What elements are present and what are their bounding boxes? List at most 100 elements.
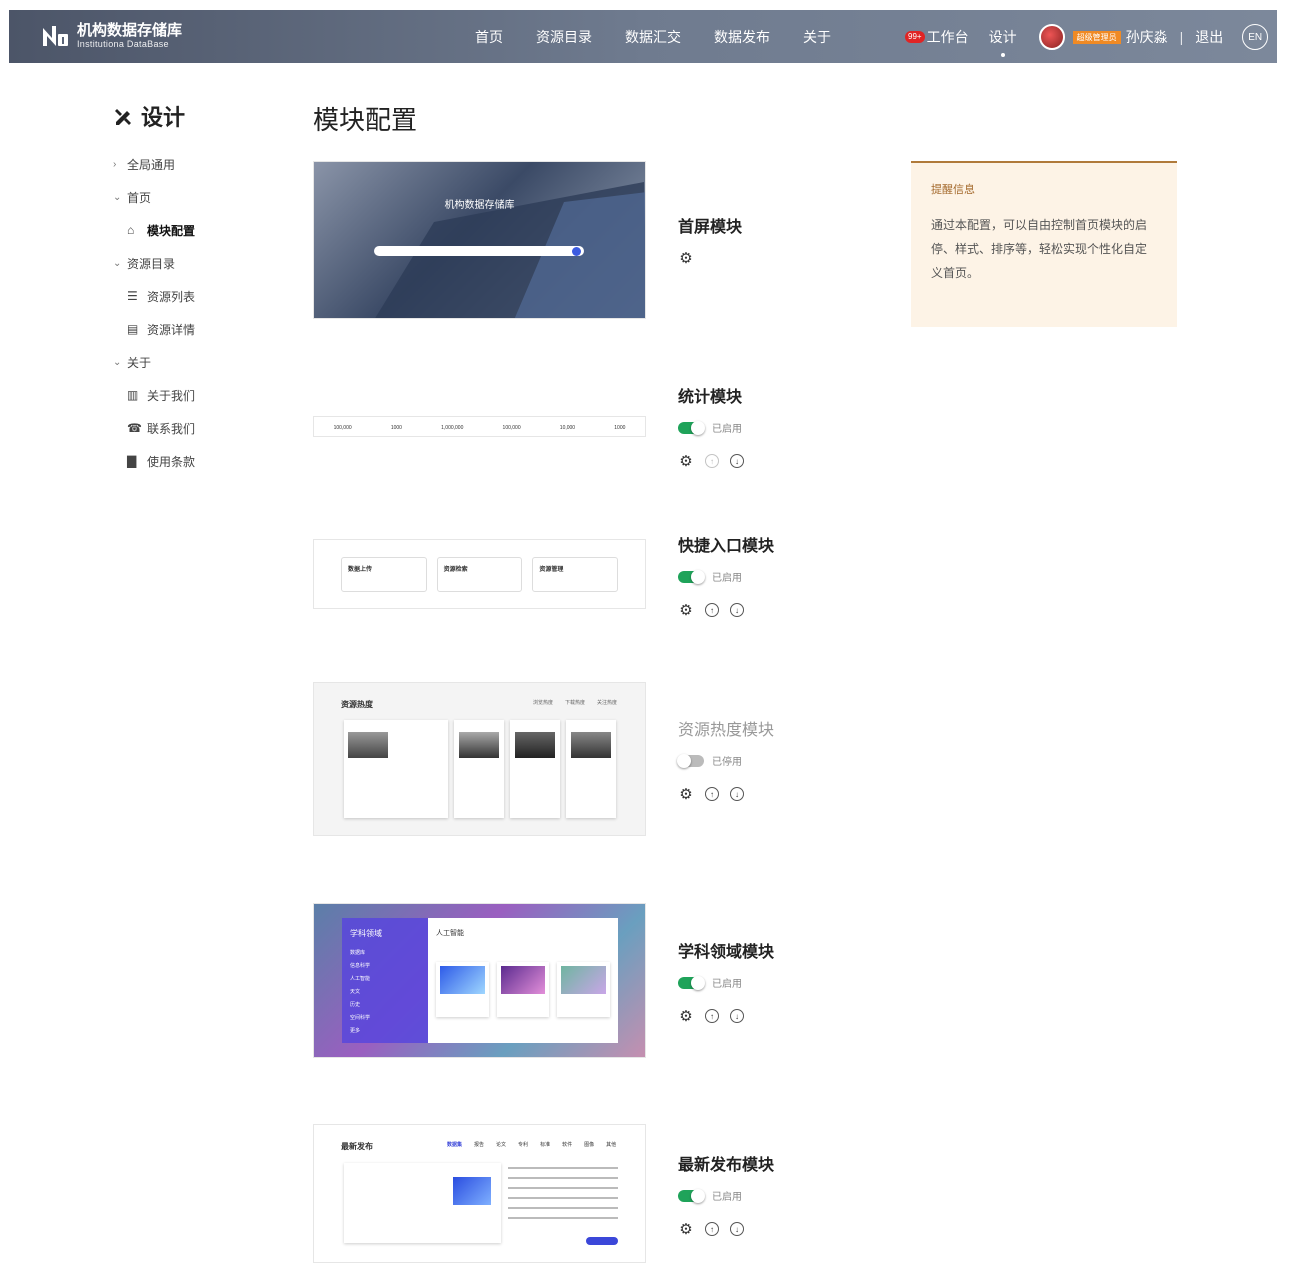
avatar[interactable] <box>1038 24 1065 50</box>
module-tools-subject: ⚙ ↑ ↓ <box>678 1007 744 1025</box>
gear-icon[interactable]: ⚙ <box>678 249 694 267</box>
logo[interactable]: 机构数据存储库 Institutiona DataBase <box>41 22 182 50</box>
logo-icon <box>43 26 68 46</box>
language-toggle[interactable]: EN <box>1242 24 1269 50</box>
nav-resources[interactable]: 资源目录 <box>536 27 592 47</box>
building-image <box>375 182 645 318</box>
nav-about[interactable]: 关于 <box>803 27 831 47</box>
user-area: 99+ 工作台 设计 超级管理员 孙庆淼 | 退出 EN <box>905 22 1269 57</box>
move-down-icon[interactable]: ↓ <box>730 454 744 468</box>
module-tools-quick: ⚙ ↑ ↓ <box>678 601 744 619</box>
module-toggle-stats[interactable]: 已启用 <box>678 420 742 435</box>
divider: | <box>1179 29 1184 45</box>
latest-tab: 论文 <box>496 1142 507 1148</box>
preview-latest[interactable]: 最新发布 数据集 报告 论文 专利 标准 软件 图像 其他 <box>313 1124 646 1263</box>
subject-item: 信息科学 <box>350 963 371 969</box>
preview-hot[interactable]: 资源热度 浏览热度 下载热度 关注热度 <box>313 682 646 836</box>
module-toggle-quick[interactable]: 已启用 <box>678 569 742 584</box>
list-icon: ☰ <box>127 289 138 303</box>
sidebar-group-home[interactable]: ⌄ 首页 <box>113 187 293 207</box>
move-up-icon[interactable]: ↑ <box>705 787 719 801</box>
stat-value: 100,000 <box>502 425 521 431</box>
status-text: 已启用 <box>712 1192 742 1203</box>
subject-item: 数据库 <box>350 950 366 956</box>
module-tools-stats: ⚙ ↑ ↓ <box>678 452 744 470</box>
book-icon: ▇ <box>127 454 137 468</box>
gear-icon[interactable]: ⚙ <box>678 1220 694 1238</box>
latest-title: 最新发布 <box>341 1142 373 1151</box>
move-down-icon[interactable]: ↓ <box>730 603 744 617</box>
status-text: 已启用 <box>712 979 742 990</box>
status-text: 已启用 <box>712 573 742 584</box>
phone-icon: ☎ <box>127 421 142 435</box>
preview-hero-title: 机构数据存储库 <box>444 200 515 211</box>
module-name-quick: 快捷入口模块 <box>678 538 775 555</box>
move-up-icon[interactable]: ↑ <box>705 603 719 617</box>
move-up-icon[interactable]: ↑ <box>705 454 719 468</box>
logout-link[interactable]: 退出 <box>1195 27 1223 47</box>
preview-stats[interactable]: 100,000 1000 1,000,000 100,000 10,000 10… <box>313 416 646 437</box>
preview-subject[interactable]: 学科领域 数据库 信息科学 人工智能 天文 历史 空间科学 更多 人工智能 <box>313 903 646 1058</box>
sidebar-group-global[interactable]: › 全局通用 <box>113 154 293 174</box>
more-button <box>586 1237 618 1245</box>
search-icon <box>572 247 581 256</box>
subject-title: 学科领域 <box>350 929 382 938</box>
module-tools-hero: ⚙ <box>678 249 694 267</box>
gear-icon[interactable]: ⚙ <box>678 1007 694 1025</box>
nav-submission[interactable]: 数据汇交 <box>625 27 681 47</box>
role-badge: 超级管理员 <box>1072 30 1121 44</box>
move-up-icon[interactable]: ↑ <box>705 1222 719 1236</box>
sidebar-group-about[interactable]: ⌄ 关于 <box>113 352 293 372</box>
latest-tab: 数据集 <box>447 1142 463 1148</box>
nav-publish[interactable]: 数据发布 <box>714 27 770 47</box>
sidebar-group-resources[interactable]: ⌄ 资源目录 <box>113 253 293 273</box>
home-icon: ⌂ <box>127 223 135 237</box>
chevron-down-icon: ⌄ <box>113 257 122 269</box>
move-up-icon[interactable]: ↑ <box>705 1009 719 1023</box>
sidebar-item-module-config[interactable]: ⌂ 模块配置 <box>113 220 293 240</box>
chevron-down-icon: ⌄ <box>113 356 122 368</box>
sidebar-item-label: 资源列表 <box>147 289 196 304</box>
module-toggle-hot[interactable]: 已停用 <box>677 753 742 768</box>
hot-title: 资源热度 <box>341 700 373 709</box>
doc-icon: ▤ <box>127 322 139 336</box>
workbench-link[interactable]: 工作台 <box>927 27 969 47</box>
latest-card <box>344 1163 501 1243</box>
move-down-icon[interactable]: ↓ <box>730 1222 744 1236</box>
sidebar-item-label: 联系我们 <box>147 421 196 436</box>
module-tools-latest: ⚙ ↑ ↓ <box>678 1220 744 1238</box>
stat-value: 100,000 <box>333 425 352 431</box>
sidebar-item-about-us[interactable]: ▥ 关于我们 <box>113 385 293 405</box>
latest-tab: 标准 <box>540 1142 551 1148</box>
preview-quick[interactable]: 数据上传 资源检索 资源管理 <box>313 539 646 609</box>
sidebar-group-label: 资源目录 <box>127 256 176 271</box>
gear-icon[interactable]: ⚙ <box>678 452 694 470</box>
move-down-icon[interactable]: ↓ <box>730 1009 744 1023</box>
move-down-icon[interactable]: ↓ <box>730 787 744 801</box>
subject-item: 更多 <box>350 1028 361 1034</box>
top-navbar: 机构数据存储库 Institutiona DataBase 首页 资源目录 数据… <box>9 10 1277 63</box>
gear-icon[interactable]: ⚙ <box>678 601 694 619</box>
nav-home[interactable]: 首页 <box>475 27 503 47</box>
quick-card: 资源检索 <box>436 557 523 592</box>
sidebar-item-resource-list[interactable]: ☰ 资源列表 <box>113 286 293 306</box>
sidebar-item-label: 关于我们 <box>147 388 196 403</box>
sidebar-item-resource-detail[interactable]: ▤ 资源详情 <box>113 319 293 339</box>
subject-subtitle: 人工智能 <box>436 930 464 937</box>
gear-icon[interactable]: ⚙ <box>678 785 694 803</box>
sidebar-item-terms[interactable]: ▇ 使用条款 <box>113 451 293 471</box>
stat-value: 1,000,000 <box>441 425 464 431</box>
sidebar-item-contact[interactable]: ☎ 联系我们 <box>113 418 293 438</box>
module-toggle-latest[interactable]: 已启用 <box>678 1188 742 1203</box>
design-link[interactable]: 设计 <box>989 27 1017 57</box>
page-title: 模块配置 <box>313 105 418 135</box>
sidebar: 设计 › 全局通用 ⌄ 首页 ⌂ 模块配置 ⌄ 资源目录 ☰ 资源列表 ▤ 资源详情 ⌄ 关于… <box>113 100 293 484</box>
notification-badge: 99+ <box>905 31 925 43</box>
user-name[interactable]: 孙庆淼 <box>1126 27 1168 47</box>
module-toggle-subject[interactable]: 已启用 <box>678 975 742 990</box>
preview-hero[interactable]: 机构数据存储库 <box>313 161 646 319</box>
latest-tab: 其他 <box>606 1142 617 1148</box>
quick-card: 资源管理 <box>532 557 619 592</box>
module-name-hot: 资源热度模块 <box>678 722 775 739</box>
subject-item: 历史 <box>350 1002 361 1008</box>
